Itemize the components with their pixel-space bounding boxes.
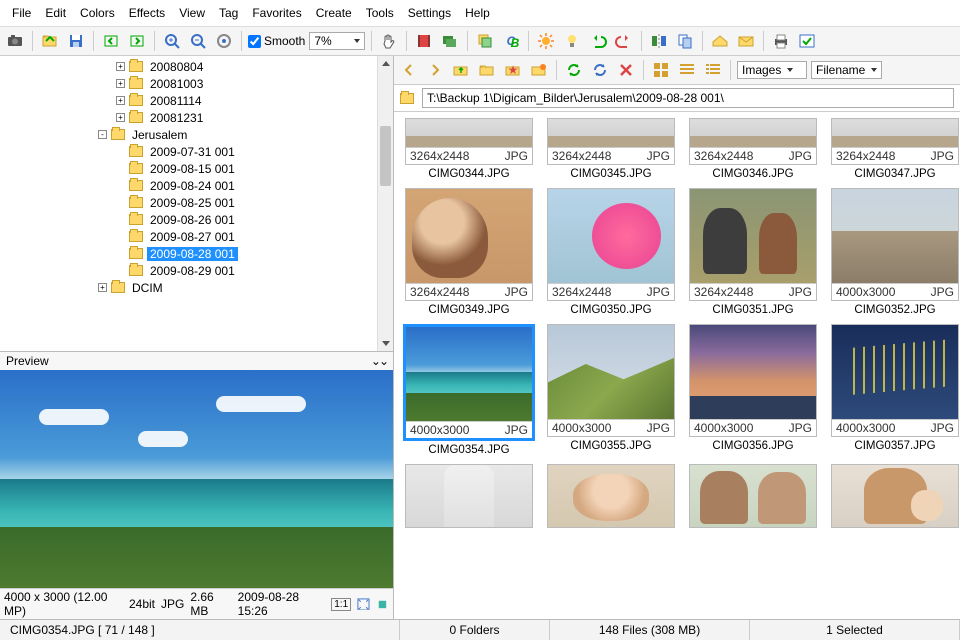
tree-row[interactable]: 2009-08-26 001 bbox=[0, 211, 393, 228]
chevron-icon[interactable]: ⌄⌄ bbox=[371, 354, 387, 368]
tree-row[interactable]: 2009-08-25 001 bbox=[0, 194, 393, 211]
refresh2-icon[interactable] bbox=[589, 59, 611, 81]
thumbnail-cell[interactable]: 4000x3000JPGCIMG0354.JPG bbox=[404, 324, 534, 456]
refresh-icon[interactable] bbox=[563, 59, 585, 81]
view-select[interactable]: Images bbox=[737, 61, 807, 79]
tree-row[interactable]: +20080804 bbox=[0, 58, 393, 75]
thumbnail-cell[interactable] bbox=[830, 464, 960, 528]
menu-settings[interactable]: Settings bbox=[402, 4, 457, 22]
film-icon[interactable] bbox=[413, 30, 435, 52]
slideshow-icon[interactable] bbox=[439, 30, 461, 52]
scanner-icon[interactable] bbox=[709, 30, 731, 52]
hand-icon[interactable] bbox=[378, 30, 400, 52]
tree-row[interactable]: +20081231 bbox=[0, 109, 393, 126]
tree-row[interactable]: +20081114 bbox=[0, 92, 393, 109]
tree-row[interactable]: +20081003 bbox=[0, 75, 393, 92]
thumbnail-cell[interactable]: 3264x2448JPGCIMG0346.JPG bbox=[688, 118, 818, 180]
tree-row[interactable]: -Jerusalem bbox=[0, 126, 393, 143]
menu-tag[interactable]: Tag bbox=[213, 4, 244, 22]
camera-icon[interactable] bbox=[4, 30, 26, 52]
thumbnail-cell[interactable]: 3264x2448JPGCIMG0351.JPG bbox=[688, 188, 818, 316]
tree-row[interactable]: 2009-07-31 001 bbox=[0, 143, 393, 160]
thumbnail-cell[interactable] bbox=[546, 464, 676, 528]
thumbnail-cell[interactable]: 4000x3000JPGCIMG0357.JPG bbox=[830, 324, 960, 456]
sort-select[interactable]: Filename bbox=[811, 61, 882, 79]
thumbnail-cell[interactable] bbox=[688, 464, 818, 528]
zoom-in-icon[interactable] bbox=[161, 30, 183, 52]
menu-favorites[interactable]: Favorites bbox=[246, 4, 307, 22]
thumbnail-grid[interactable]: 3264x2448JPGCIMG0344.JPG3264x2448JPGCIMG… bbox=[394, 112, 960, 619]
ratio-badge[interactable]: 1:1 bbox=[331, 598, 351, 611]
thumbnail-cell[interactable]: 3264x2448JPGCIMG0350.JPG bbox=[546, 188, 676, 316]
menu-view[interactable]: View bbox=[173, 4, 211, 22]
thumbnail-cell[interactable] bbox=[404, 464, 534, 528]
delete-icon[interactable] bbox=[615, 59, 637, 81]
folder-icon bbox=[400, 93, 414, 104]
preview-infobar: 4000 x 3000 (12.00 MP) 24bit JPG 2.66 MB… bbox=[0, 588, 393, 619]
menu-file[interactable]: File bbox=[6, 4, 37, 22]
forward-icon[interactable] bbox=[424, 59, 446, 81]
tree-row[interactable]: 2009-08-29 001 bbox=[0, 262, 393, 279]
svg-text:B: B bbox=[510, 36, 519, 50]
save-icon[interactable] bbox=[65, 30, 87, 52]
tree-row[interactable]: 2009-08-27 001 bbox=[0, 228, 393, 245]
main-toolbar: Smooth 7% CB bbox=[0, 27, 960, 56]
path-bar bbox=[394, 85, 960, 112]
menu-bar: FileEditColorsEffectsViewTagFavoritesCre… bbox=[0, 0, 960, 27]
thumbnail-cell[interactable]: 3264x2448JPGCIMG0347.JPG bbox=[830, 118, 960, 180]
tree-scrollbar[interactable] bbox=[377, 56, 393, 351]
zoom-out-icon[interactable] bbox=[187, 30, 209, 52]
folder-up-icon[interactable] bbox=[450, 59, 472, 81]
thumbnail-cell[interactable]: 4000x3000JPGCIMG0352.JPG bbox=[830, 188, 960, 316]
tree-row[interactable]: 2009-08-24 001 bbox=[0, 177, 393, 194]
smooth-checkbox[interactable]: Smooth bbox=[248, 34, 305, 48]
path-input[interactable] bbox=[422, 88, 954, 108]
folder-icon[interactable] bbox=[476, 59, 498, 81]
thumbnail-cell[interactable]: 3264x2448JPGCIMG0344.JPG bbox=[404, 118, 534, 180]
view-detail-icon[interactable] bbox=[702, 59, 724, 81]
back-icon[interactable] bbox=[398, 59, 420, 81]
thumbnail-cell[interactable]: 3264x2448JPGCIMG0349.JPG bbox=[404, 188, 534, 316]
bulb-icon[interactable] bbox=[561, 30, 583, 52]
thumbnail-cell[interactable]: 4000x3000JPGCIMG0355.JPG bbox=[546, 324, 676, 456]
next-icon[interactable] bbox=[126, 30, 148, 52]
layers-icon[interactable] bbox=[474, 30, 496, 52]
prev-icon[interactable] bbox=[100, 30, 122, 52]
view-large-icon[interactable] bbox=[650, 59, 672, 81]
expand-icon[interactable] bbox=[376, 597, 389, 611]
thumbnail-cell[interactable]: 3264x2448JPGCIMG0345.JPG bbox=[546, 118, 676, 180]
print-icon[interactable] bbox=[770, 30, 792, 52]
fit-icon[interactable] bbox=[357, 597, 370, 611]
mail-icon[interactable] bbox=[735, 30, 757, 52]
copy-icon[interactable] bbox=[674, 30, 696, 52]
menu-effects[interactable]: Effects bbox=[123, 4, 171, 22]
preview-image bbox=[0, 370, 393, 588]
cb-icon[interactable]: CB bbox=[500, 30, 522, 52]
zoom-select[interactable]: 7% bbox=[309, 32, 364, 50]
status-bar: CIMG0354.JPG [ 71 / 148 ] 0 Folders 148 … bbox=[0, 619, 960, 640]
browser-toolbar: ★ Images Filename bbox=[394, 56, 960, 85]
check-icon[interactable] bbox=[796, 30, 818, 52]
menu-tools[interactable]: Tools bbox=[360, 4, 400, 22]
zoom-fit-icon[interactable] bbox=[213, 30, 235, 52]
thumbnail-cell[interactable]: 4000x3000JPGCIMG0356.JPG bbox=[688, 324, 818, 456]
view-list-icon[interactable] bbox=[676, 59, 698, 81]
menu-create[interactable]: Create bbox=[310, 4, 358, 22]
menu-colors[interactable]: Colors bbox=[74, 4, 121, 22]
folder-tree[interactable]: +20080804+20081003+20081114+20081231-Jer… bbox=[0, 56, 393, 298]
preview-header: Preview ⌄⌄ bbox=[0, 351, 393, 370]
open-icon[interactable] bbox=[39, 30, 61, 52]
folder-star-icon[interactable]: ★ bbox=[502, 59, 524, 81]
undo-icon[interactable] bbox=[587, 30, 609, 52]
flip-h-icon[interactable] bbox=[648, 30, 670, 52]
sun-icon[interactable] bbox=[535, 30, 557, 52]
folder-new-icon[interactable] bbox=[528, 59, 550, 81]
tree-row[interactable]: +DCIM bbox=[0, 279, 393, 296]
tree-row[interactable]: 2009-08-28 001 bbox=[0, 245, 393, 262]
menu-edit[interactable]: Edit bbox=[39, 4, 72, 22]
svg-text:★: ★ bbox=[508, 63, 519, 77]
menu-help[interactable]: Help bbox=[459, 4, 496, 22]
tree-row[interactable]: 2009-08-15 001 bbox=[0, 160, 393, 177]
redo-icon[interactable] bbox=[613, 30, 635, 52]
